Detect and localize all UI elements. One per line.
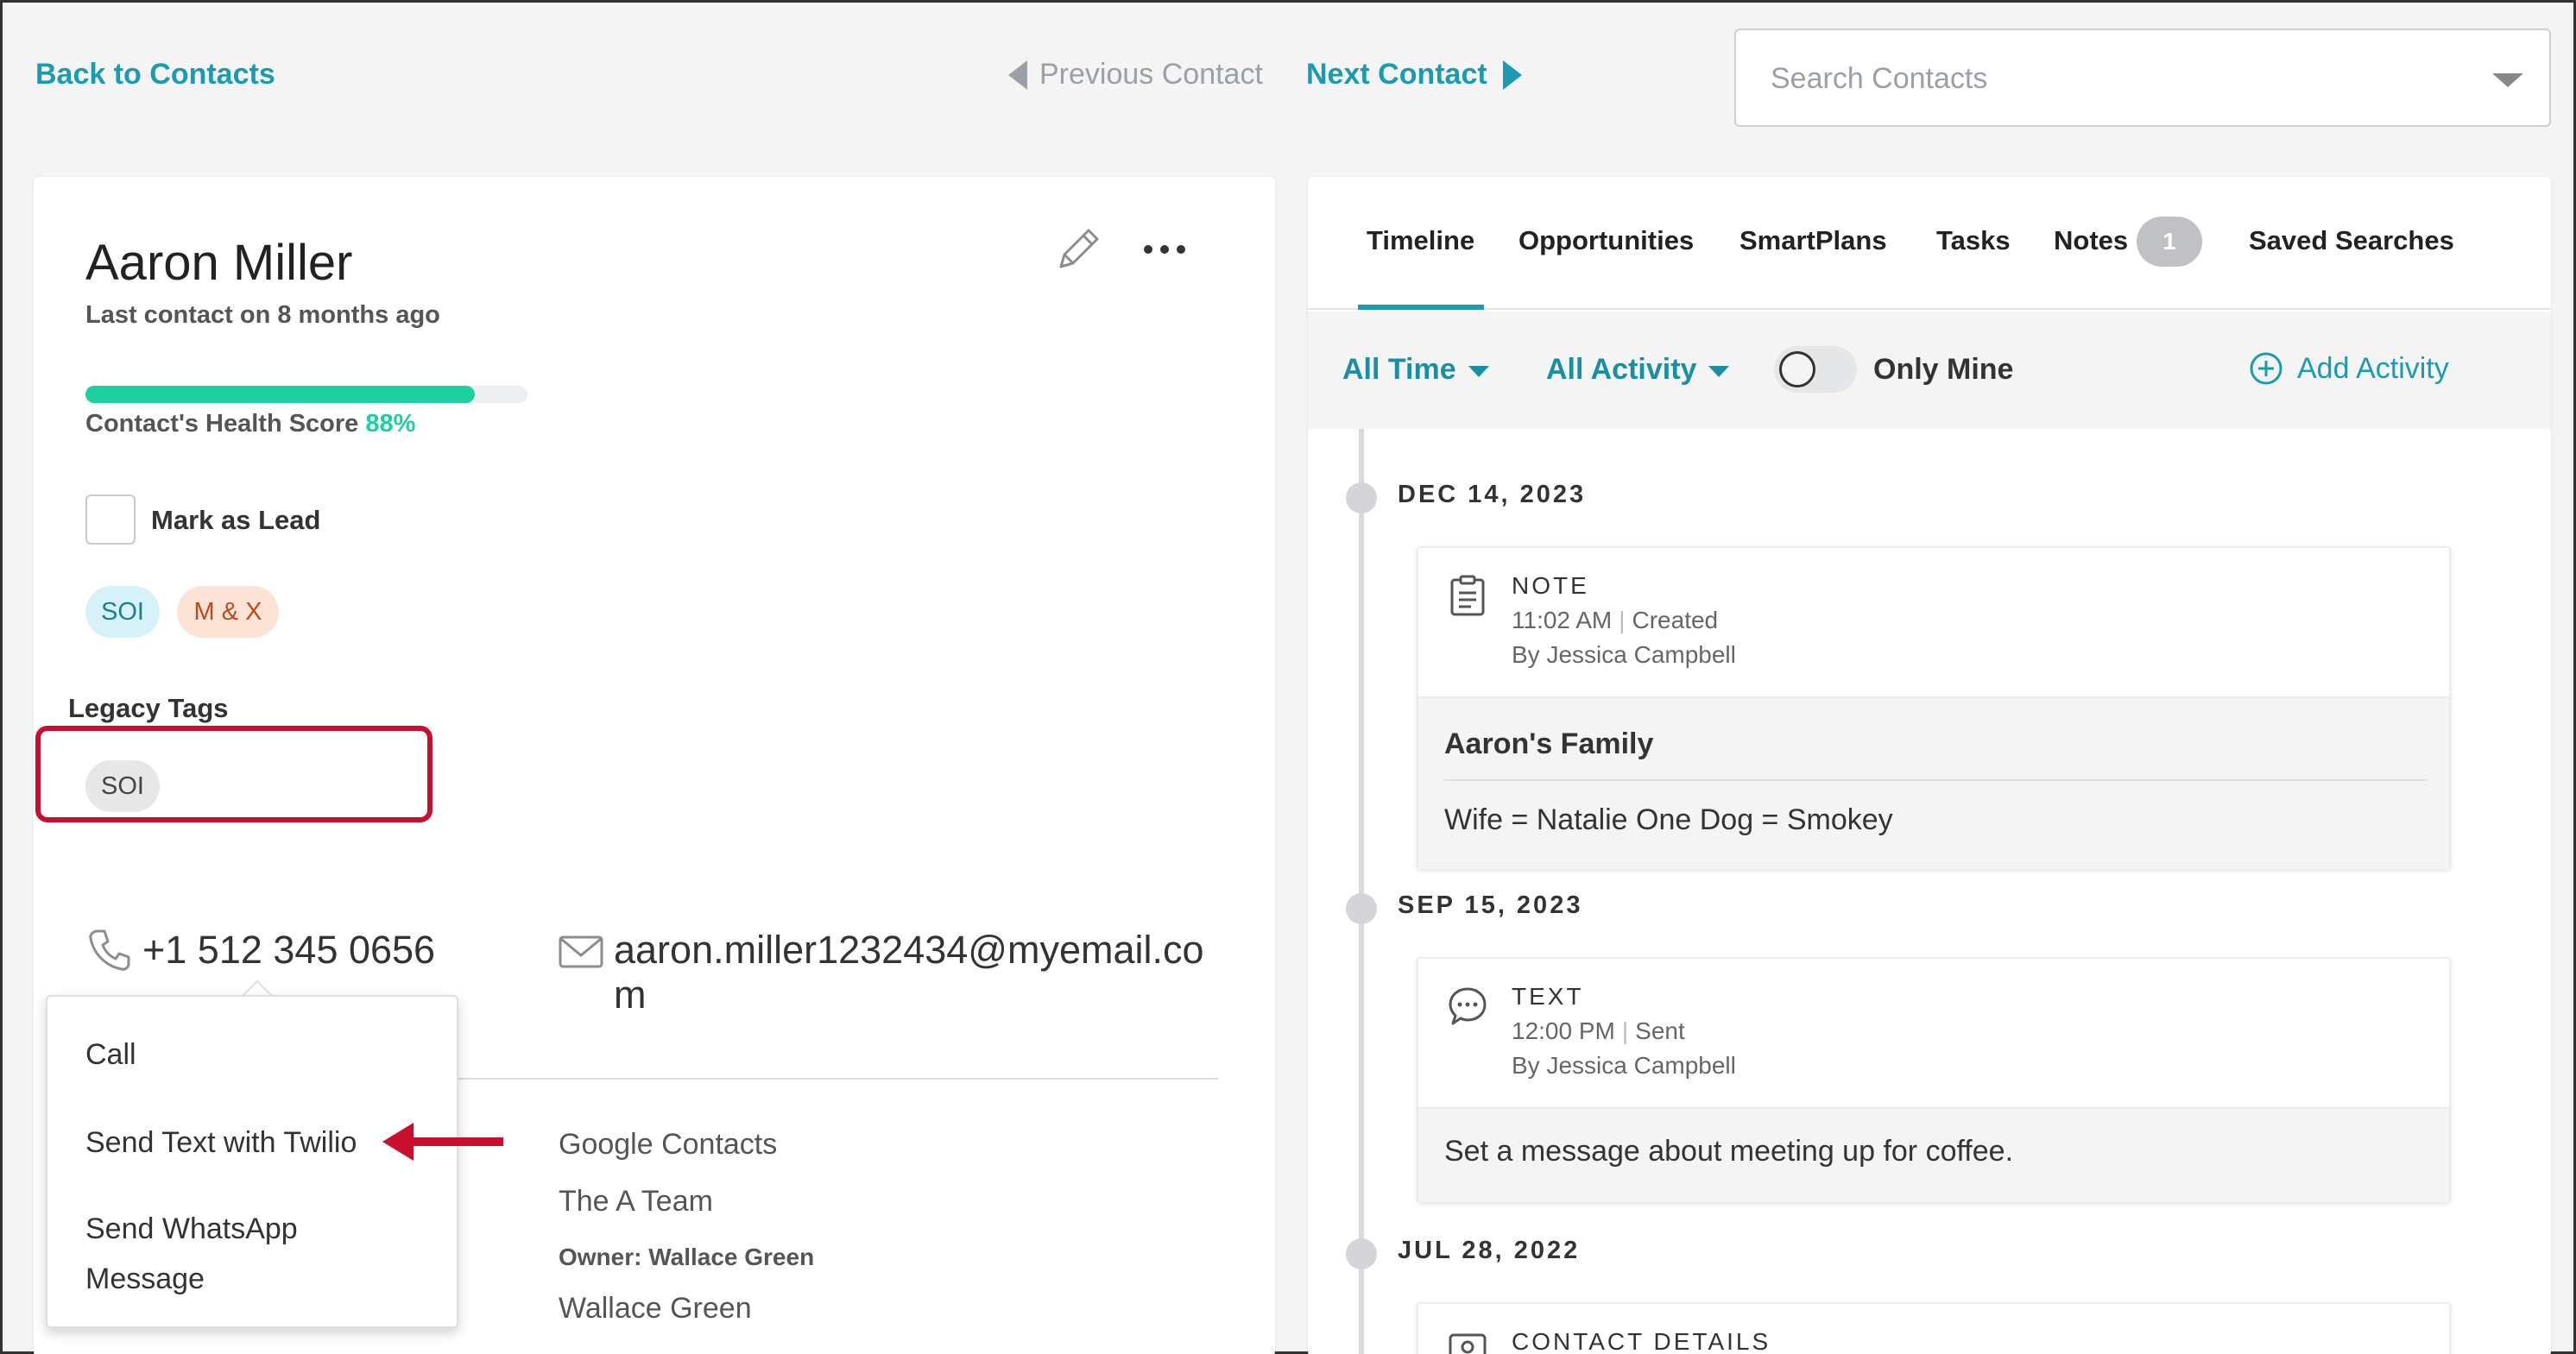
contact-team: The A Team — [559, 1185, 713, 1218]
chat-bubble-icon — [1449, 987, 1487, 1025]
tab-timeline[interactable]: Timeline — [1367, 225, 1474, 256]
id-card-icon — [1449, 1333, 1487, 1354]
timeline-entry-text[interactable]: TEXT 12:00 PM | Sent By Jessica Campbell S… — [1417, 957, 2451, 1202]
mark-as-lead-checkbox[interactable] — [85, 494, 136, 545]
tab-smartplans[interactable]: SmartPlans — [1739, 225, 1887, 256]
note-body: Aaron's Family Wife = Natalie One Dog = … — [1418, 696, 2449, 869]
contact-source: Google Contacts — [559, 1128, 778, 1161]
note-divider — [1444, 779, 2427, 781]
phone-number[interactable]: +1 512 345 0656 — [142, 928, 435, 973]
add-activity-label: Add Activity — [2297, 351, 2449, 385]
menu-item-send-text-twilio[interactable]: Send Text with Twilio — [85, 1118, 357, 1168]
health-score-text: Contact's Health Score — [85, 410, 359, 438]
pointer-arrow-shaft — [408, 1137, 503, 1146]
entry-time-value: 11:02 AM — [1512, 607, 1613, 633]
contact-owner-label: Owner: Wallace Green — [559, 1244, 815, 1270]
tag-soi[interactable]: SOI — [85, 586, 160, 638]
timeline-date: SEP 15, 2023 — [1398, 891, 1583, 919]
tab-opportunities[interactable]: Opportunities — [1518, 225, 1694, 256]
timeline-date: JUL 28, 2022 — [1398, 1237, 1581, 1264]
search-contacts-dropdown[interactable] — [1734, 28, 2551, 127]
tab-tasks[interactable]: Tasks — [1936, 225, 2011, 256]
menu-item-send-whatsapp[interactable]: Send WhatsApp Message — [85, 1204, 414, 1304]
contact-name: Aaron Miller — [85, 235, 353, 291]
tab-notes[interactable]: Notes — [2054, 225, 2128, 256]
timeline-dot — [1346, 893, 1377, 924]
entry-status: Sent — [1635, 1017, 1685, 1044]
active-tab-indicator — [1358, 305, 1484, 310]
note-title: Aaron's Family — [1444, 727, 1654, 760]
all-activity-filter[interactable]: All Activity — [1546, 353, 1730, 387]
entry-author: By Jessica Campbell — [1512, 641, 1736, 668]
entry-time: 12:00 PM | Sent — [1512, 1017, 1685, 1044]
timeline-entry-note[interactable]: NOTE 11:02 AM | Created By Jessica Campbel… — [1417, 546, 2451, 869]
all-time-filter[interactable]: All Time — [1342, 353, 1489, 387]
entry-type: CONTACT DETAILS — [1512, 1328, 1771, 1354]
note-text: Wife = Natalie One Dog = Smokey — [1444, 803, 1893, 836]
dot — [1160, 245, 1169, 254]
entry-time-value: 12:00 PM — [1512, 1017, 1615, 1044]
activity-panel: Timeline Opportunities SmartPlans Tasks … — [1308, 177, 2551, 1354]
previous-contact-label: Previous Contact — [1039, 58, 1263, 91]
timeline-dot — [1346, 482, 1377, 513]
legacy-tags-title: Legacy Tags — [68, 693, 229, 723]
filter-bar: All Time All Activity Only Mine Add Acti… — [1308, 312, 2551, 429]
caret-down-icon — [1468, 366, 1489, 377]
entry-author: By Jessica Campbell — [1512, 1052, 1736, 1079]
caret-down-icon — [1708, 366, 1730, 377]
dot — [1177, 245, 1185, 254]
contact-owner-name: Wallace Green — [559, 1292, 752, 1325]
email-address[interactable]: aaron.miller1232434@myemail.com — [614, 928, 1235, 1017]
previous-contact-button[interactable]: Previous Contact — [1008, 58, 1263, 91]
timeline-line — [1359, 429, 1364, 1354]
health-score-fill — [85, 386, 475, 403]
dot — [1144, 245, 1152, 254]
phone-highlight-box — [35, 726, 432, 822]
back-to-contacts-link[interactable]: Back to Contacts — [35, 58, 275, 91]
chevron-right-icon — [1502, 60, 1522, 90]
health-score-label: Contact's Health Score 88% — [85, 410, 415, 438]
health-score-bar — [85, 386, 527, 403]
entry-status: Created — [1632, 607, 1719, 633]
tab-bar: Timeline Opportunities SmartPlans Tasks … — [1308, 177, 2551, 310]
add-activity-button[interactable]: Add Activity — [2249, 351, 2449, 386]
only-mine-toggle[interactable] — [1774, 346, 1857, 393]
all-activity-label: All Activity — [1546, 353, 1697, 386]
app-frame: Back to Contacts Previous Contact Next C… — [0, 0, 2576, 1354]
last-contact-text: Last contact on 8 months ago — [85, 301, 440, 329]
next-contact-label: Next Contact — [1306, 58, 1487, 91]
tag-m-and-x[interactable]: M & X — [177, 586, 279, 638]
dropdown-caret-icon[interactable] — [2492, 73, 2523, 87]
timeline-dot — [1346, 1238, 1377, 1269]
more-options-icon[interactable] — [1139, 232, 1190, 267]
tab-saved-searches[interactable]: Saved Searches — [2249, 225, 2454, 256]
envelope-icon — [559, 935, 603, 968]
notes-count-badge: 1 — [2137, 217, 2202, 267]
entry-type: NOTE — [1512, 572, 1589, 599]
phone-action-menu: Call Send Text with Twilio Send WhatsApp… — [46, 995, 458, 1328]
entry-time: 11:02 AM | Created — [1512, 607, 1719, 633]
entry-type: TEXT — [1512, 983, 1584, 1010]
chevron-left-icon — [1008, 60, 1027, 90]
mark-as-lead-label: Mark as Lead — [151, 505, 321, 535]
health-score-value: 88% — [365, 410, 416, 438]
toggle-knob — [1779, 351, 1815, 387]
all-time-label: All Time — [1342, 353, 1456, 386]
clipboard-icon — [1450, 575, 1485, 616]
phone-icon — [89, 929, 130, 971]
only-mine-label: Only Mine — [1873, 353, 2014, 386]
timeline-date: DEC 14, 2023 — [1398, 481, 1587, 508]
pencil-icon[interactable] — [1052, 224, 1104, 275]
text-body: Set a message about meeting up for coffe… — [1418, 1107, 2449, 1202]
timeline-entry-contact-details[interactable]: CONTACT DETAILS — [1417, 1302, 2451, 1354]
search-contacts-input[interactable] — [1771, 56, 2461, 101]
plus-circle-icon — [2250, 352, 2282, 385]
next-contact-button[interactable]: Next Contact — [1306, 58, 1522, 91]
menu-item-call[interactable]: Call — [85, 1030, 136, 1080]
text-message: Set a message about meeting up for coffe… — [1444, 1135, 2014, 1168]
